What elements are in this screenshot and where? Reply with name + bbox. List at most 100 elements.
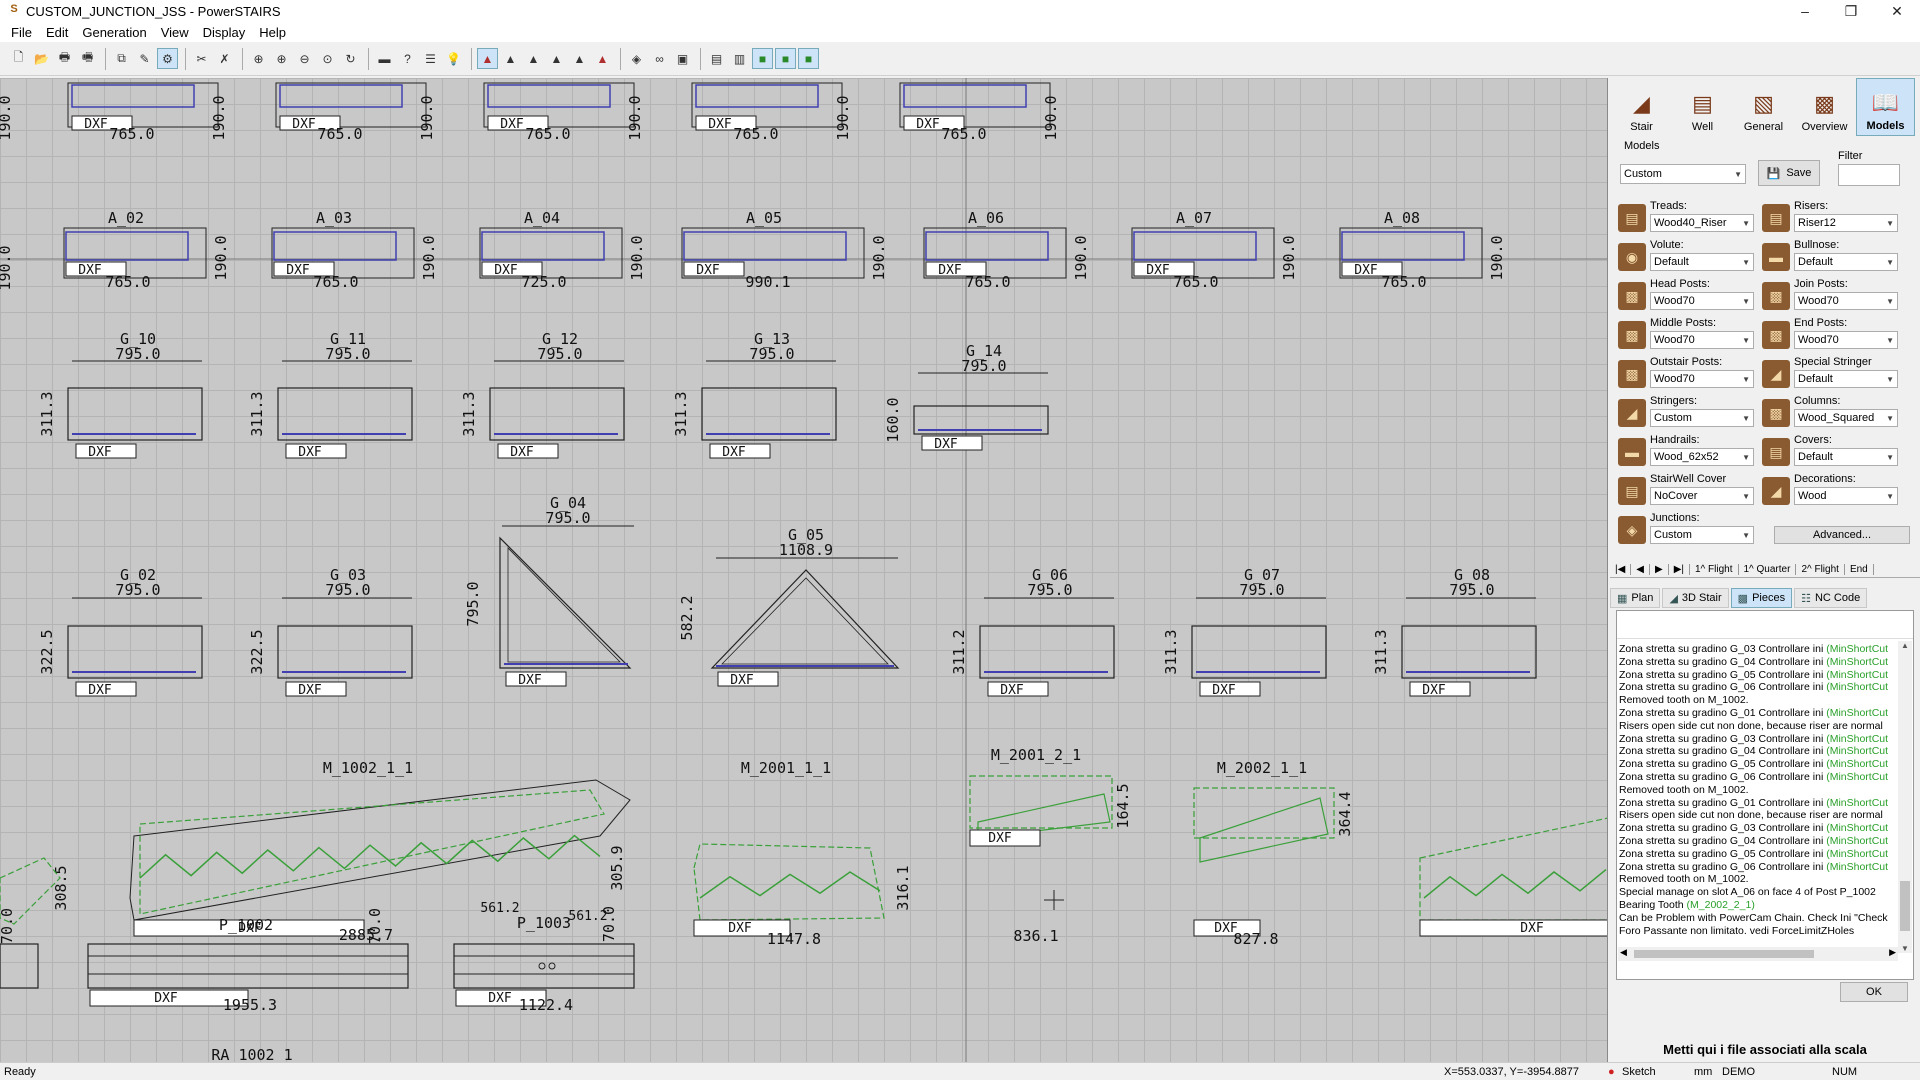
- scroll-right-icon[interactable]: ▶: [1889, 947, 1896, 958]
- field-select-risers[interactable]: Riser12 ▼: [1794, 214, 1898, 232]
- new-icon[interactable]: 🗋: [8, 48, 29, 69]
- menu-generation[interactable]: Generation: [75, 25, 153, 40]
- delete-icon[interactable]: ✗: [214, 48, 235, 69]
- rotate-icon[interactable]: ◈: [626, 48, 647, 69]
- tab-3d-stair[interactable]: ◢ 3D Stair: [1662, 588, 1729, 608]
- tab-plan[interactable]: ▦ Plan: [1610, 588, 1661, 608]
- last-icon[interactable]: ▶|: [1669, 564, 1690, 575]
- field-select-head-posts[interactable]: Wood70 ▼: [1650, 292, 1754, 310]
- scroll-left-icon[interactable]: ◀: [1620, 947, 1627, 958]
- zoom-all-icon[interactable]: ⊙: [317, 48, 338, 69]
- menu-display[interactable]: Display: [196, 25, 253, 40]
- render-icon[interactable]: ▣: [672, 48, 693, 69]
- cut-icon[interactable]: ✂: [191, 48, 212, 69]
- stair-red-icon[interactable]: ▲: [477, 48, 498, 69]
- copy-icon[interactable]: ⧉: [111, 48, 132, 69]
- message-line: Removed tooth on M_1002.: [1619, 873, 1897, 886]
- field-select-outstair-posts[interactable]: Wood70 ▼: [1650, 370, 1754, 388]
- zoom-window-icon[interactable]: ⊕: [248, 48, 269, 69]
- flight-tab-2[interactable]: 1^ Quarter: [1739, 564, 1797, 575]
- flight-tab-3[interactable]: 2^ Flight: [1796, 564, 1845, 575]
- prev-icon[interactable]: ◀: [1631, 564, 1650, 575]
- field-select-decorations[interactable]: Wood ▼: [1794, 487, 1898, 505]
- stair-view-1-icon[interactable]: ▲: [500, 48, 521, 69]
- tab-models[interactable]: 📖 Models: [1856, 78, 1915, 136]
- models-select[interactable]: Custom ▼: [1620, 164, 1746, 184]
- field-select-special-stringer[interactable]: Default ▼: [1794, 370, 1898, 388]
- status-bar: Ready X=553.0337, Y=-3954.8877 ● Sketch …: [0, 1062, 1920, 1080]
- tab-general[interactable]: ▧ General: [1734, 78, 1793, 136]
- pieces-icon: ▩: [1737, 592, 1749, 605]
- menu-file[interactable]: File: [4, 25, 39, 40]
- idea-icon[interactable]: 💡: [443, 48, 464, 69]
- edit-icon[interactable]: ✎: [134, 48, 155, 69]
- tab-stair[interactable]: ◢ Stair: [1612, 78, 1671, 136]
- height-dimension: 190.0: [212, 235, 230, 280]
- field-select-handrails[interactable]: Wood_62x52 ▼: [1650, 448, 1754, 466]
- horizontal-scrollbar[interactable]: ◀ ▶: [1618, 947, 1898, 961]
- field-select-treads[interactable]: Wood40_Riser ▼: [1650, 214, 1754, 232]
- scroll-up-icon[interactable]: ▲: [1898, 641, 1912, 650]
- green-box-2-icon[interactable]: ■: [775, 48, 796, 69]
- hscroll-thumb[interactable]: [1634, 950, 1814, 958]
- file-drop-zone[interactable]: Metti qui i file associati alla scala: [1610, 1036, 1920, 1062]
- print-icon[interactable]: 🖶: [54, 48, 75, 69]
- layer-2-icon[interactable]: ▥: [729, 48, 750, 69]
- advanced-button[interactable]: Advanced...: [1774, 526, 1910, 544]
- zoom-out-icon[interactable]: ⊖: [294, 48, 315, 69]
- tab-nc-code[interactable]: ☷ NC Code: [1794, 588, 1868, 608]
- field-select-covers[interactable]: Default ▼: [1794, 448, 1898, 466]
- zoom-in-icon[interactable]: ⊕: [271, 48, 292, 69]
- flight-tab-4[interactable]: End: [1845, 564, 1874, 575]
- message-line: Zona stretta su gradino G_05 Controllare…: [1619, 848, 1897, 861]
- tab-pieces[interactable]: ▩ Pieces: [1730, 588, 1793, 608]
- green-box-3-icon[interactable]: ■: [798, 48, 819, 69]
- part-name: A_03: [316, 209, 352, 227]
- post-outline: [453, 943, 635, 989]
- minimize-button[interactable]: –: [1782, 0, 1828, 22]
- close-button[interactable]: ✕: [1874, 0, 1920, 22]
- field-select-join-posts[interactable]: Wood70 ▼: [1794, 292, 1898, 310]
- field-label: Covers:: [1794, 434, 1832, 446]
- list-icon[interactable]: ☰: [420, 48, 441, 69]
- settings-icon[interactable]: ⚙: [157, 48, 178, 69]
- field-select-stringers[interactable]: Custom ▼: [1650, 409, 1754, 427]
- tab-well[interactable]: ▤ Well: [1673, 78, 1732, 136]
- menu-help[interactable]: Help: [252, 25, 293, 40]
- layer-icon[interactable]: ▤: [706, 48, 727, 69]
- stair-view-5-icon[interactable]: ▲: [592, 48, 613, 69]
- refresh-icon[interactable]: ↻: [340, 48, 361, 69]
- field-select-bullnose[interactable]: Default ▼: [1794, 253, 1898, 271]
- measure-icon[interactable]: ▬: [374, 48, 395, 69]
- green-box-icon[interactable]: ■: [752, 48, 773, 69]
- open-icon[interactable]: 📂: [31, 48, 52, 69]
- tab-overview[interactable]: ▩ Overview: [1795, 78, 1854, 136]
- field-select-middle-posts[interactable]: Wood70 ▼: [1650, 331, 1754, 349]
- menu-view[interactable]: View: [154, 25, 196, 40]
- field-select-stairwell-cover[interactable]: NoCover ▼: [1650, 487, 1754, 505]
- stair-view-3-icon[interactable]: ▲: [546, 48, 567, 69]
- print-preview-icon[interactable]: 🖷: [77, 48, 98, 69]
- restore-button[interactable]: ❐: [1828, 0, 1874, 22]
- help-icon[interactable]: ?: [397, 48, 418, 69]
- first-icon[interactable]: |◀: [1610, 564, 1632, 575]
- stair-view-2-icon[interactable]: ▲: [523, 48, 544, 69]
- menu-edit[interactable]: Edit: [39, 25, 75, 40]
- field-select-junctions[interactable]: Custom ▼: [1650, 526, 1754, 544]
- ok-button[interactable]: OK: [1840, 982, 1908, 1002]
- field-select-columns[interactable]: Wood_Squared ▼: [1794, 409, 1898, 427]
- part-name: M_2001_2_1: [991, 746, 1081, 764]
- field-select-end-posts[interactable]: Wood70 ▼: [1794, 331, 1898, 349]
- drawing-canvas[interactable]: DXF 765.0 190.0 DXF 765.0 190.0 DXF 765.0 190.0 D…: [0, 78, 1608, 1062]
- link-icon[interactable]: ∞: [649, 48, 670, 69]
- vertical-scrollbar[interactable]: ▲ ▼: [1898, 641, 1912, 953]
- scroll-thumb[interactable]: [1900, 881, 1910, 931]
- height-dimension: 70.0: [366, 908, 384, 944]
- field-select-volute[interactable]: Default ▼: [1650, 253, 1754, 271]
- filter-input[interactable]: [1838, 164, 1900, 186]
- next-icon[interactable]: ▶: [1650, 564, 1669, 575]
- flight-tab-1[interactable]: 1^ Flight: [1690, 564, 1739, 575]
- save-button[interactable]: 💾 Save: [1758, 160, 1820, 186]
- scroll-down-icon[interactable]: ▼: [1898, 944, 1912, 953]
- stair-view-4-icon[interactable]: ▲: [569, 48, 590, 69]
